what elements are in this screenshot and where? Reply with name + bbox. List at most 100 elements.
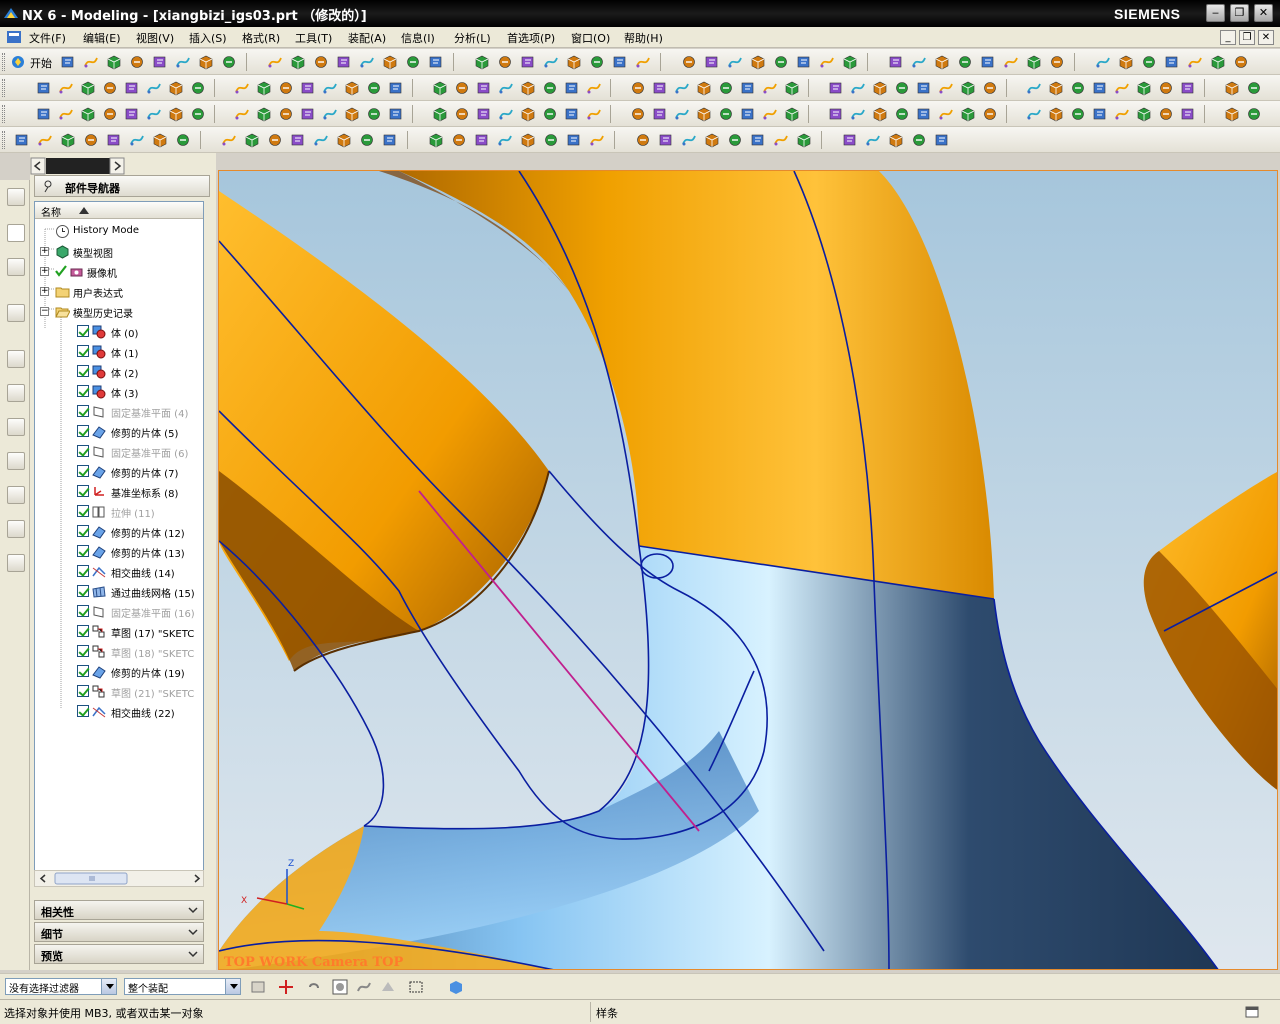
menu-insert[interactable]: 插入(S) [186, 30, 230, 46]
studio-surface-icon[interactable] [630, 106, 646, 122]
combined-projection-icon[interactable] [911, 132, 927, 148]
menu-edit[interactable]: 编辑(E) [80, 30, 124, 46]
feature-visibility-checkbox[interactable] [77, 685, 89, 697]
layer-icon[interactable] [1164, 54, 1180, 70]
fit-view-icon[interactable] [980, 54, 996, 70]
toolbar-grip[interactable] [2, 131, 5, 149]
extension-icon[interactable] [850, 106, 866, 122]
isoparametric-icon[interactable] [681, 132, 697, 148]
edit-curve-icon[interactable] [520, 132, 536, 148]
cylinder-icon[interactable] [366, 80, 382, 96]
history-feature-row[interactable]: 固定基准平面 (4) [35, 401, 203, 421]
trim-curve-icon[interactable] [630, 80, 646, 96]
feature-visibility-checkbox[interactable] [77, 445, 89, 457]
offset-surface-icon[interactable] [872, 106, 888, 122]
n-sided-icon[interactable] [828, 106, 844, 122]
blend-icon[interactable] [146, 80, 162, 96]
draft-icon[interactable] [828, 80, 844, 96]
toolbar-grip[interactable] [2, 53, 5, 71]
sphere-icon[interactable] [1026, 80, 1042, 96]
wireframe-icon[interactable] [1118, 54, 1134, 70]
feature-visibility-checkbox[interactable] [77, 465, 89, 477]
display-icon[interactable] [681, 54, 697, 70]
intersect-icon[interactable] [938, 80, 954, 96]
extract-curve-icon[interactable] [727, 132, 743, 148]
restore-button[interactable]: ❐ [1230, 4, 1249, 22]
block-icon[interactable] [344, 80, 360, 96]
cut-icon[interactable] [129, 54, 145, 70]
assembly-navigator-tab-icon[interactable] [7, 188, 25, 206]
layer-icon[interactable] [474, 54, 490, 70]
extract-curve-icon[interactable] [451, 132, 467, 148]
feature-visibility-checkbox[interactable] [77, 485, 89, 497]
quick-pick-icon[interactable] [332, 979, 348, 995]
menu-window[interactable]: 窗口(O) [568, 30, 613, 46]
extrude-icon[interactable] [674, 80, 690, 96]
history-tab-icon[interactable] [7, 350, 25, 368]
selection-scope-dropdown[interactable]: 整个装配 [124, 978, 241, 995]
feature-visibility-checkbox[interactable] [77, 605, 89, 617]
boss-icon[interactable] [124, 80, 140, 96]
offset-surface-icon[interactable] [1224, 106, 1240, 122]
dependencies-panel-header[interactable]: 相关性 [34, 900, 204, 920]
through-curves-icon[interactable] [36, 106, 52, 122]
law-curve-icon[interactable] [589, 132, 605, 148]
wireframe-icon[interactable] [428, 54, 444, 70]
menu-file[interactable]: 文件(F) [26, 30, 69, 46]
history-feature-row[interactable]: 相交曲线 (22) [35, 701, 203, 721]
law-curve-icon[interactable] [865, 132, 881, 148]
status-window-icon[interactable] [1244, 1004, 1260, 1020]
n-sided-icon[interactable] [124, 106, 140, 122]
through-curves-icon[interactable] [740, 106, 756, 122]
cone-icon[interactable] [388, 80, 404, 96]
pan-icon[interactable] [1026, 54, 1042, 70]
studio-surface-icon[interactable] [982, 106, 998, 122]
through-curves-icon[interactable] [388, 106, 404, 122]
history-feature-row[interactable]: 固定基准平面 (6) [35, 441, 203, 461]
navigator-tab-scroller[interactable] [30, 157, 126, 175]
history-feature-row[interactable]: 修剪的片体 (12) [35, 521, 203, 541]
chevron-down-icon[interactable] [186, 948, 200, 960]
pan-icon[interactable] [336, 54, 352, 70]
swept-icon[interactable] [432, 106, 448, 122]
chamfer-icon[interactable] [784, 80, 800, 96]
sketch-icon[interactable] [36, 80, 52, 96]
offset-surface-icon[interactable] [168, 106, 184, 122]
i-form-icon[interactable] [696, 106, 712, 122]
divide-curve-icon[interactable] [497, 132, 513, 148]
wrap-icon[interactable] [382, 132, 398, 148]
divide-curve-icon[interactable] [773, 132, 789, 148]
rectangle-select-icon[interactable] [408, 979, 424, 995]
feature-visibility-checkbox[interactable] [77, 365, 89, 377]
chevron-down-icon[interactable] [186, 904, 200, 916]
copy-icon[interactable] [152, 54, 168, 70]
global-shape-icon[interactable] [366, 106, 382, 122]
history-feature-row[interactable]: 草图 (17) "SKETC [35, 621, 203, 641]
name-column-header[interactable]: 名称 [35, 202, 203, 219]
thicken-icon[interactable] [256, 106, 272, 122]
offset-surface-icon[interactable] [520, 106, 536, 122]
ellipse-icon[interactable] [586, 80, 602, 96]
fit-view-icon[interactable] [290, 54, 306, 70]
tree-node[interactable]: − 模型历史记录 [35, 301, 203, 321]
i-form-icon[interactable] [344, 106, 360, 122]
mirror-icon[interactable] [850, 80, 866, 96]
section-curve-icon[interactable] [152, 132, 168, 148]
expand-toggle-icon[interactable]: + [40, 267, 49, 276]
swept-icon[interactable] [784, 106, 800, 122]
history-feature-row[interactable]: 体 (0) [35, 321, 203, 341]
isoparametric-icon[interactable] [129, 132, 145, 148]
history-feature-row[interactable]: 草图 (18) "SKETC [35, 641, 203, 661]
history-feature-row[interactable]: 相交曲线 (14) [35, 561, 203, 581]
line-icon[interactable] [432, 80, 448, 96]
system-scenes-tab-icon[interactable] [7, 520, 25, 538]
close-button[interactable]: ✕ [1254, 4, 1273, 22]
bridge-curve-icon[interactable] [336, 132, 352, 148]
history-feature-row[interactable]: 修剪的片体 (5) [35, 421, 203, 441]
analyze-curve-icon[interactable] [267, 132, 283, 148]
filter-icon[interactable] [1187, 54, 1203, 70]
swept-icon[interactable] [1136, 106, 1152, 122]
roles-tab-icon[interactable] [7, 486, 25, 504]
arc-icon[interactable] [1070, 80, 1086, 96]
rectangle-icon[interactable] [1158, 80, 1174, 96]
